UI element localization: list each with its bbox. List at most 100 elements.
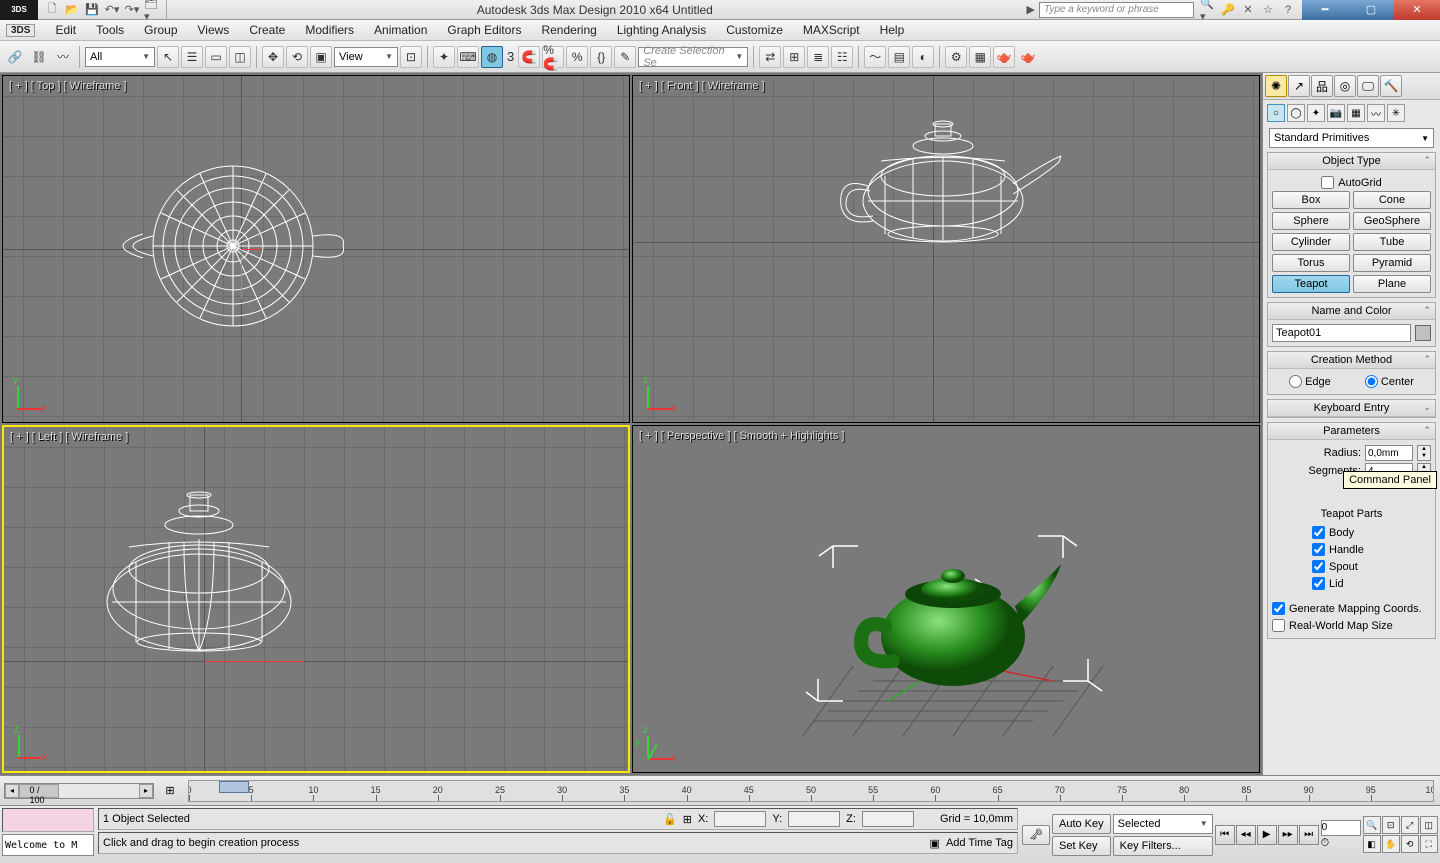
snap-toggle-icon[interactable]: ◍ [481,46,503,68]
keymode-combo[interactable]: Selected▼ [1113,814,1213,834]
time-slider[interactable] [219,781,249,793]
time-scrollbar[interactable]: ◂ 0 / 100 ▸ [4,783,154,799]
realworld-checkbox[interactable] [1272,619,1285,632]
save-icon[interactable]: 💾 [84,2,100,18]
maximize-button[interactable]: ▢ [1348,0,1394,20]
new-icon[interactable]: 🗋 [44,2,60,18]
menu-animation[interactable]: Animation [374,23,427,37]
maxscript-listener[interactable]: Welcome to M [2,834,94,856]
pan-icon[interactable]: ✋ [1382,835,1400,853]
open-icon[interactable]: 📂 [64,2,80,18]
percent-snap-icon[interactable]: %🧲 [542,46,564,68]
display-tab-icon[interactable]: 🖵 [1357,75,1379,97]
render-setup-icon[interactable]: ⚙ [945,46,967,68]
render-frame-icon[interactable]: ▦ [969,46,991,68]
macro-recorder[interactable] [2,808,94,832]
close-button[interactable]: ✕ [1394,0,1440,20]
viewport-left[interactable]: [ + ] [ Left ] [ Wireframe ] zx [2,425,630,773]
zoom-icon[interactable]: 🔍 [1363,816,1381,834]
orbit-icon[interactable]: ⟲ [1401,835,1419,853]
render-last-icon[interactable]: 🫖 [1017,46,1039,68]
center-radio[interactable]: Center [1365,375,1414,388]
window-crossing-icon[interactable]: ◫ [229,46,251,68]
hierarchy-tab-icon[interactable]: 品 [1311,75,1333,97]
menu-create[interactable]: Create [249,23,285,37]
undo-icon[interactable]: ↶▾ [104,2,120,18]
project-icon[interactable]: 🗂▾ [144,2,160,18]
spacewarps-icon[interactable]: 〰 [1367,104,1385,122]
pivot-icon[interactable]: ⊡ [400,46,422,68]
redo-icon[interactable]: ↷▾ [124,2,140,18]
menu-edit[interactable]: Edit [55,23,76,37]
setkey-button[interactable]: Set Key [1052,836,1111,856]
curve-editor-icon[interactable]: 〜 [864,46,886,68]
handle-checkbox[interactable] [1312,543,1325,556]
zoom-all-icon[interactable]: ⊡ [1382,816,1400,834]
move-icon[interactable]: ✥ [262,46,284,68]
x-input[interactable] [714,811,766,827]
menu-graph-editors[interactable]: Graph Editors [447,23,521,37]
menu-3ds[interactable]: 3DS [6,24,35,37]
angle-snap-icon[interactable]: 🧲 [518,46,540,68]
key-icon[interactable]: 🔑 [1220,2,1236,18]
comm-center-icon[interactable]: ▣ [930,837,940,850]
minimize-button[interactable]: ━ [1302,0,1348,20]
favorites-icon[interactable]: ☆ [1260,2,1276,18]
torus-button[interactable]: Torus [1272,254,1350,272]
menu-group[interactable]: Group [144,23,177,37]
geometry-icon[interactable]: ○ [1267,104,1285,122]
time-config-icon[interactable]: ⏱ [1321,837,1361,850]
zoom-extents-icon[interactable]: ⤢ [1401,816,1419,834]
spinner-snap-icon[interactable]: % [566,46,588,68]
unlink-icon[interactable]: ⛓ [28,46,50,68]
menu-tools[interactable]: Tools [96,23,124,37]
lid-checkbox[interactable] [1312,577,1325,590]
keyboard-shortcut-icon[interactable]: ⌨ [457,46,479,68]
menu-customize[interactable]: Customize [726,23,783,37]
frame-input[interactable] [1321,820,1361,836]
binoculars-icon[interactable]: 🔍▾ [1200,2,1216,18]
gen-mapping-checkbox[interactable] [1272,602,1285,615]
autogrid-checkbox[interactable] [1321,176,1334,189]
layer-manager-icon[interactable]: ☷ [831,46,853,68]
mirror-icon[interactable]: ⇄ [759,46,781,68]
modify-tab-icon[interactable]: ↗ [1288,75,1310,97]
fov-icon[interactable]: ◧ [1363,835,1381,853]
comm-icon[interactable]: ✕ [1240,2,1256,18]
pyramid-button[interactable]: Pyramid [1353,254,1431,272]
spout-checkbox[interactable] [1312,560,1325,573]
viewport-top[interactable]: [ + ] [ Top ] [ Wireframe ] yx [2,75,630,423]
refsys-combo[interactable]: View▼ [334,47,398,67]
systems-icon[interactable]: ✳ [1387,104,1405,122]
shapes-icon[interactable]: ◯ [1287,104,1305,122]
autokey-button[interactable]: Auto Key [1052,814,1111,834]
parameters-header[interactable]: Parameters [1323,425,1380,437]
goto-start-icon[interactable]: ⏮ [1215,825,1235,845]
utilities-tab-icon[interactable]: 🔨 [1380,75,1402,97]
keyfilters-button[interactable]: Key Filters... [1113,836,1213,856]
menu-help[interactable]: Help [880,23,905,37]
viewport-perspective[interactable]: [ + ] [ Perspective ] [ Smooth + Highlig… [632,425,1260,773]
named-selection-combo[interactable]: Create Selection Se▼ [638,47,748,67]
scale-icon[interactable]: ▣ [310,46,332,68]
create-tab-icon[interactable]: ✺ [1265,75,1287,97]
plane-button[interactable]: Plane [1353,275,1431,293]
maximize-viewport-icon[interactable]: ⛶ [1420,835,1438,853]
menu-views[interactable]: Views [198,23,230,37]
menu-lighting[interactable]: Lighting Analysis [617,23,706,37]
edge-radio[interactable]: Edge [1289,375,1331,388]
add-time-tag[interactable]: Add Time Tag [946,837,1013,849]
scroll-left-icon[interactable]: ◂ [5,784,19,798]
lock-icon[interactable]: 🔓 [663,813,677,826]
select-region-rect-icon[interactable]: ▭ [205,46,227,68]
rotate-icon[interactable]: ⟲ [286,46,308,68]
name-color-header[interactable]: Name and Color [1311,305,1391,317]
material-editor-icon[interactable]: ◐ [912,46,934,68]
bind-icon[interactable]: 〰 [52,46,74,68]
keyboard-entry-header[interactable]: Keyboard Entry [1314,402,1390,414]
selection-filter-combo[interactable]: All▼ [85,47,155,67]
next-frame-icon[interactable]: ▸▸ [1278,825,1298,845]
cone-button[interactable]: Cone [1353,191,1431,209]
goto-end-icon[interactable]: ⏭ [1299,825,1319,845]
edit-named-sel-icon[interactable]: {} [590,46,612,68]
